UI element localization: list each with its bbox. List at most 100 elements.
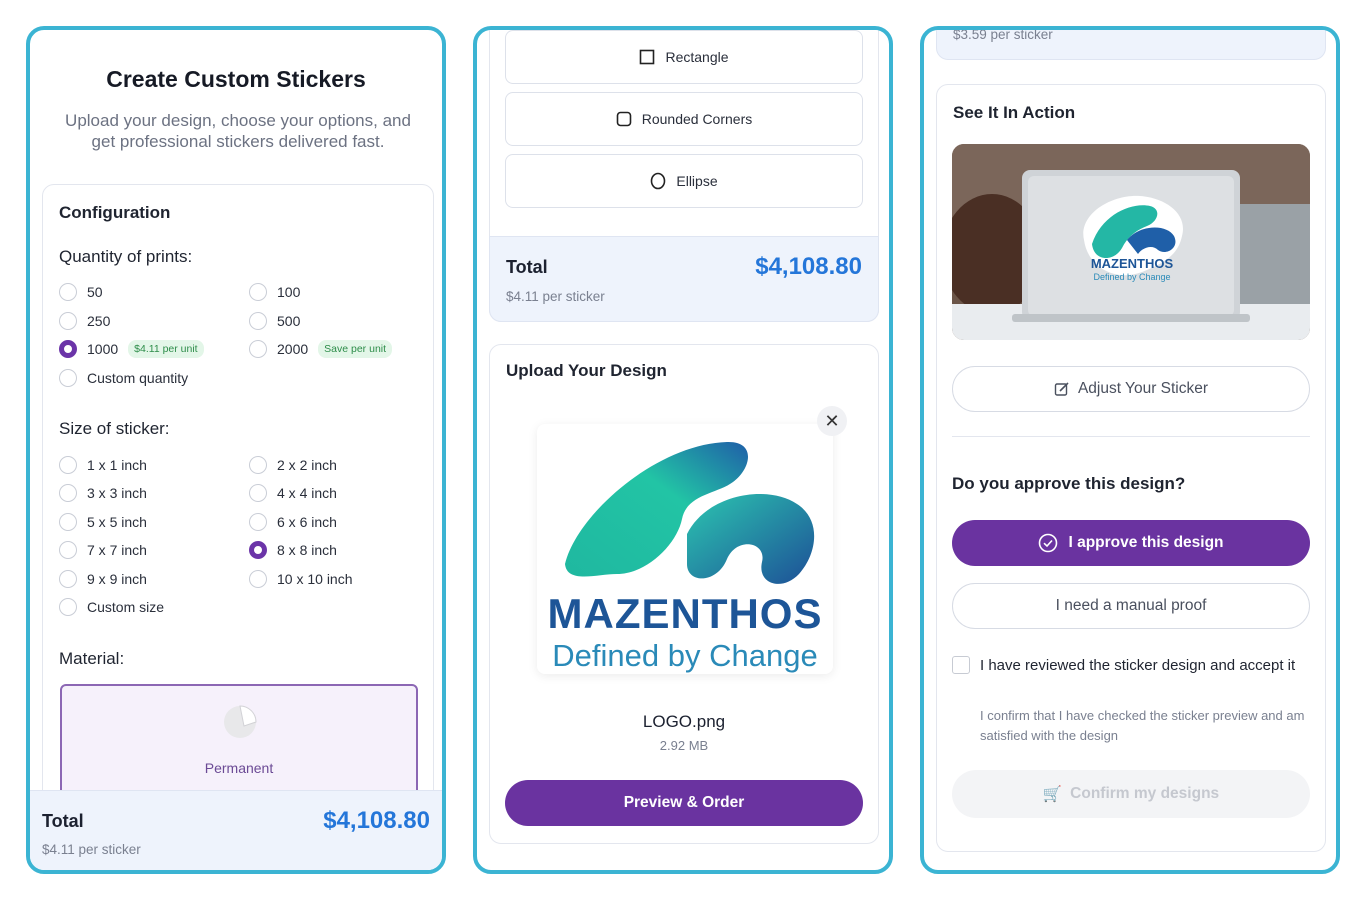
radio-icon — [249, 513, 267, 531]
manual-proof-button[interactable]: I need a manual proof — [952, 583, 1310, 629]
radio-icon — [59, 513, 77, 531]
approve-label: I approve this design — [1068, 534, 1224, 551]
total-bar: Total $4,108.80 $4.11 per sticker — [30, 790, 442, 870]
logo-brand-text: MAZENTHOS — [547, 590, 823, 637]
shape-option-rectangle[interactable]: Rectangle — [505, 30, 863, 84]
page-subtitle: Upload your design, choose your options,… — [65, 111, 411, 151]
radio-icon — [249, 570, 267, 588]
size-option-4[interactable]: 4 x 4 inch — [249, 484, 337, 502]
radio-icon — [59, 570, 77, 588]
option-label: 4 x 4 inch — [277, 485, 337, 501]
shape-option-rounded[interactable]: Rounded Corners — [505, 92, 863, 146]
mockup-tagline-text: Defined by Change — [1093, 272, 1171, 282]
review-checkbox-label: I have reviewed the sticker design and a… — [980, 657, 1296, 674]
review-checkbox[interactable] — [952, 656, 970, 674]
ellipse-icon — [651, 172, 666, 190]
size-option-5[interactable]: 5 x 5 inch — [59, 513, 147, 531]
radio-icon — [59, 456, 77, 474]
option-label: Custom quantity — [87, 370, 189, 386]
radio-icon — [249, 484, 267, 502]
see-it-heading: See It In Action — [953, 103, 1076, 122]
approve-question: Do you approve this design? — [952, 474, 1186, 493]
quantity-option-custom[interactable]: Custom quantity — [59, 369, 188, 387]
radio-selected-icon — [249, 541, 267, 559]
option-label: 100 — [277, 284, 301, 300]
option-label: 2 x 2 inch — [277, 457, 337, 473]
option-label: 1000 — [87, 341, 119, 357]
option-label: 250 — [87, 313, 111, 329]
option-label: 9 x 9 inch — [87, 571, 147, 587]
total-amount: $4,108.80 — [323, 807, 430, 834]
quantity-option-500[interactable]: 500 — [249, 312, 300, 330]
screen-approval: $3.59 per sticker See It In Action MAZEN… — [920, 26, 1340, 874]
size-option-custom[interactable]: Custom size — [59, 598, 164, 616]
radio-icon — [59, 598, 77, 616]
radio-icon — [249, 340, 267, 358]
option-label: 1 x 1 inch — [87, 457, 147, 473]
size-option-6[interactable]: 6 x 6 inch — [249, 513, 337, 531]
radio-icon — [59, 312, 77, 330]
square-icon — [640, 49, 655, 65]
size-option-2[interactable]: 2 x 2 inch — [249, 456, 337, 474]
page-title: Create Custom Stickers — [106, 66, 366, 92]
radio-icon — [249, 312, 267, 330]
option-label: 2000 — [277, 341, 309, 357]
confirm-text: I confirm that I have checked the sticke… — [980, 708, 1305, 743]
file-size: 2.92 MB — [659, 738, 709, 753]
top-total-box: $3.59 per sticker — [936, 30, 1326, 60]
preview-order-button[interactable]: Preview & Order — [505, 780, 863, 826]
remove-file-button[interactable]: ✕ — [817, 406, 847, 436]
option-label: 10 x 10 inch — [277, 571, 353, 587]
size-option-10[interactable]: 10 x 10 inch — [249, 570, 353, 588]
configuration-heading: Configuration — [59, 203, 171, 222]
save-badge: Save per unit — [318, 340, 393, 358]
logo-tagline-text: Defined by Change — [552, 638, 818, 673]
quantity-option-100[interactable]: 100 — [249, 283, 300, 301]
option-label: 3 x 3 inch — [87, 485, 147, 501]
quantity-option-50[interactable]: 50 — [59, 283, 103, 301]
price-badge: $4.11 per unit — [128, 340, 204, 358]
total-label: Total — [42, 811, 84, 831]
total-label: Total — [506, 257, 548, 277]
adjust-label: Adjust Your Sticker — [1077, 380, 1209, 397]
total-box: Total $4,108.80 $4.11 per sticker — [489, 236, 879, 322]
confirm-designs-button[interactable]: 🛒 Confirm my designs — [952, 770, 1310, 818]
size-option-7[interactable]: 7 x 7 inch — [59, 541, 147, 559]
material-label: Permanent — [204, 760, 274, 776]
size-option-9[interactable]: 9 x 9 inch — [59, 570, 147, 588]
radio-icon — [59, 484, 77, 502]
radio-icon — [59, 283, 77, 301]
per-sticker-price: $4.11 per sticker — [506, 289, 605, 304]
approve-design-button[interactable]: I approve this design — [952, 520, 1310, 566]
cart-icon: 🛒 — [1042, 785, 1063, 803]
shape-label: Rounded Corners — [641, 111, 753, 127]
material-option-permanent[interactable]: Permanent — [60, 684, 418, 796]
size-option-8[interactable]: 8 x 8 inch — [249, 541, 337, 559]
screen-configuration: Create Custom Stickers Upload your desig… — [26, 26, 446, 874]
option-label: 8 x 8 inch — [277, 542, 337, 558]
total-amount: $4,108.80 — [755, 253, 862, 280]
radio-icon — [59, 541, 77, 559]
option-label: 50 — [87, 284, 103, 300]
material-heading: Material: — [59, 649, 125, 668]
mockup-brand-text: MAZENTHOS — [1090, 256, 1174, 271]
adjust-sticker-button[interactable]: Adjust Your Sticker — [952, 366, 1310, 412]
shape-option-ellipse[interactable]: Ellipse — [505, 154, 863, 208]
shape-label: Rectangle — [665, 49, 729, 65]
laptop-photo — [952, 144, 1310, 340]
quantity-option-1000[interactable]: 1000 $4.11 per unit — [59, 340, 204, 358]
size-heading: Size of sticker: — [59, 419, 170, 438]
option-label: 5 x 5 inch — [87, 514, 147, 530]
file-name: LOGO.png — [642, 712, 726, 731]
radio-icon — [59, 369, 77, 387]
quantity-option-2000[interactable]: 2000 Save per unit — [249, 340, 393, 358]
laptop-mockup-image: MAZENTHOS Defined by Change — [952, 144, 1310, 340]
per-sticker-price: $4.11 per sticker — [42, 842, 141, 857]
upload-heading: Upload Your Design — [506, 361, 667, 380]
close-icon: ✕ — [824, 410, 840, 431]
size-option-3[interactable]: 3 x 3 inch — [59, 484, 147, 502]
quantity-option-250[interactable]: 250 — [59, 312, 110, 330]
radio-selected-icon — [59, 340, 77, 358]
option-label: 6 x 6 inch — [277, 514, 337, 530]
size-option-1[interactable]: 1 x 1 inch — [59, 456, 147, 474]
